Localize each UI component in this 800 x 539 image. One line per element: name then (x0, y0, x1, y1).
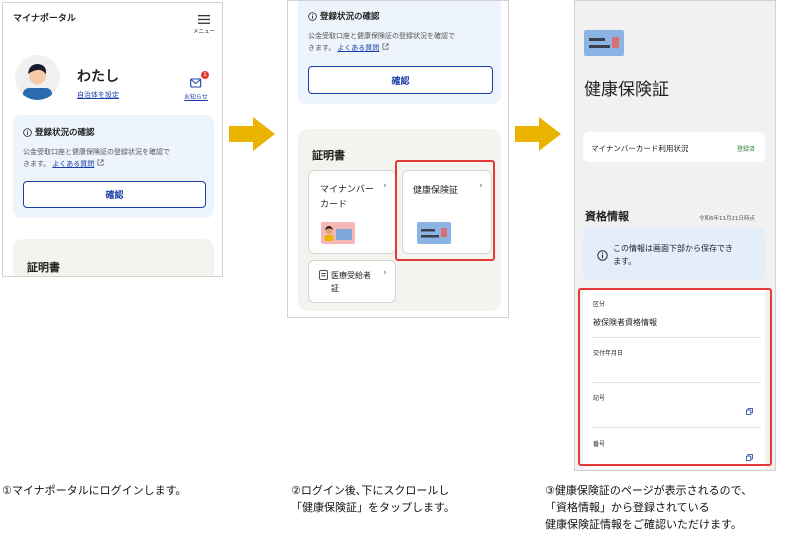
avatar (15, 55, 60, 100)
certificates-section: 証明書 (13, 239, 214, 276)
certificates-heading: 証明書 (27, 261, 60, 274)
status-title: 登録状況の確認 (35, 128, 95, 138)
arrow-right-icon-1 (229, 117, 275, 151)
chevron-right-icon: › (383, 268, 387, 278)
caption-step-3-line3: 健康保険証情報をご確認いただけます。 (545, 518, 742, 531)
status-title-row: 登録状況の確認 (23, 126, 95, 138)
my-number-card-label-2: カード (320, 200, 348, 210)
status-body: 公金受取口座と健康保険証の登録状況を確認で きます。 よくある質問 (23, 146, 208, 170)
my-number-card-label-1: マイナンバー (320, 185, 374, 195)
save-info-line2: ます。 (613, 257, 637, 266)
save-info-line1: この情報は画面下部から保存でき (613, 244, 733, 253)
status-body-line1: 公金受取口座と健康保険証の登録状況を確認で (308, 32, 455, 40)
status-body-text2: きます。 (23, 160, 51, 168)
medical-recipient-label: 医療受給者 証 (331, 269, 371, 295)
menu-button[interactable]: メニュー (191, 9, 217, 35)
info-icon (308, 11, 317, 21)
menu-label: メニュー (192, 29, 215, 35)
mail-icon (189, 78, 201, 88)
screen-3-health-insurance: 健康保険証 マイナンバーカード利用状況 登録済 資格情報 令和6年11月21日時… (574, 0, 776, 471)
status-body-text2: きます。 (308, 44, 336, 52)
caption-step-2-line2: 「健康保険証」をタップします。 (291, 501, 455, 514)
caption-step-1: ①マイナポータルにログインします。 (2, 482, 227, 499)
as-of-date: 令和6年11月21日時点 (699, 216, 755, 222)
status-title-row-2: 登録状況の確認 (308, 10, 380, 22)
notice-label: お知らせ (184, 94, 208, 101)
caption-step-3: ③健康保険証のページが表示されるので、 「資格情報」から登録されている 健康保険… (545, 482, 798, 533)
highlight-health-insurance (395, 160, 495, 261)
health-insurance-card-icon (584, 30, 624, 56)
status-title: 登録状況の確認 (320, 12, 380, 22)
screen-2-scrolled: 登録状況の確認 公金受取口座と健康保険証の登録状況を確認で きます。 よくある質問… (287, 0, 509, 318)
my-number-card-icon (321, 222, 355, 244)
faq-link[interactable]: よくある質問 (52, 160, 94, 168)
highlight-qualification-info (578, 288, 772, 466)
caption-step-3-line2: 「資格情報」から登録されている (545, 501, 710, 514)
status-body-line1: 公金受取口座と健康保険証の登録状況を確認で (23, 148, 170, 156)
my-number-card-label: マイナンバー カード (320, 183, 374, 213)
notice-button[interactable]: 1 お知らせ (181, 71, 211, 101)
caption-step-3-line1: ③健康保険証のページが表示されるので、 (545, 484, 753, 497)
info-icon (597, 250, 608, 261)
status-panel: 登録状況の確認 公金受取口座と健康保険証の登録状況を確認で きます。 よくある質問… (13, 115, 214, 218)
app-title: マイナポータル (13, 14, 76, 24)
document-icon (319, 270, 328, 280)
user-name: わたし (77, 69, 119, 85)
faq-link[interactable]: よくある質問 (337, 44, 379, 52)
usage-status-card: マイナンバーカード利用状況 登録済 (583, 132, 765, 162)
arrow-right-icon-2 (515, 117, 561, 151)
caption-step-2: ②ログイン後､下にスクロールし 「健康保険証」をタップします。 (291, 482, 516, 516)
caption-step-2-line1: ②ログイン後､下にスクロールし (291, 484, 450, 497)
confirm-button[interactable]: 確認 (23, 181, 206, 208)
usage-status-label: マイナンバーカード利用状況 (591, 144, 689, 153)
external-link-icon (97, 159, 104, 166)
my-number-card-tile[interactable]: マイナンバー カード › (308, 170, 396, 254)
confirm-button-2[interactable]: 確認 (308, 66, 493, 94)
qualification-heading: 資格情報 (585, 210, 629, 223)
chevron-right-icon: › (383, 181, 387, 191)
status-panel-2: 登録状況の確認 公金受取口座と健康保険証の登録状況を確認で きます。 よくある質問… (298, 1, 501, 104)
page-title: 健康保険証 (584, 80, 669, 100)
external-link-icon (382, 43, 389, 50)
notice-badge: 1 (201, 71, 209, 79)
screen-1-home: マイナポータル メニュー わたし 自治体を設定 1 お知らせ 登録状況の確認 公… (2, 2, 223, 277)
usage-status-value: 登録済 (737, 146, 756, 153)
status-body-line2: きます。 よくある質問 (23, 158, 208, 170)
status-body-2: 公金受取口座と健康保険証の登録状況を確認で きます。 よくある質問 (308, 30, 498, 54)
info-icon (23, 127, 32, 137)
save-info-notice: この情報は画面下部から保存でき ます。 (583, 228, 765, 280)
status-body-line2: きます。 よくある質問 (308, 42, 498, 54)
save-info-text: この情報は画面下部から保存でき ます。 (613, 242, 733, 268)
caption-step-1-text: ①マイナポータルにログインします。 (2, 484, 187, 497)
hamburger-icon (198, 15, 210, 24)
set-municipality-link[interactable]: 自治体を設定 (77, 90, 119, 100)
medical-recipient-label-1: 医療受給者 (331, 271, 371, 280)
medical-recipient-card-tile[interactable]: 医療受給者 証 › (308, 260, 396, 303)
certificates-heading: 証明書 (312, 149, 345, 162)
medical-recipient-label-2: 証 (331, 284, 339, 293)
